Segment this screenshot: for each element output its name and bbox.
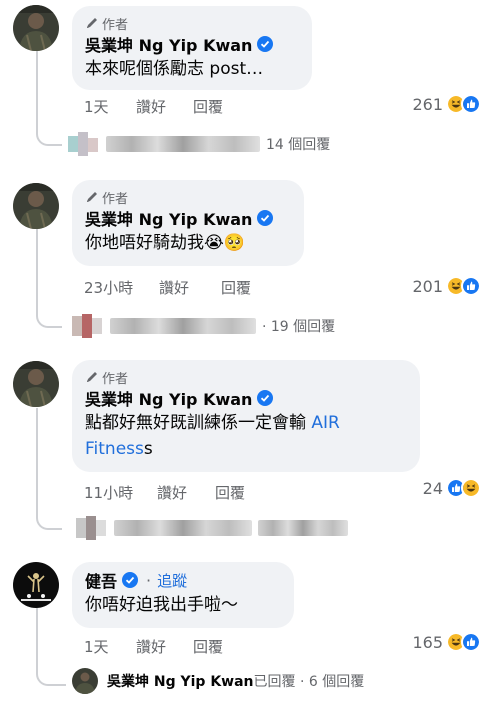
reaction-summary[interactable]: 24	[423, 478, 481, 498]
follow-separator: ·	[146, 570, 152, 590]
author-replied-link[interactable]: 吳業坤 Ng Yip Kwan 已回覆 · 6 個回覆	[72, 668, 364, 694]
reply-author-name[interactable]: 吳業坤 Ng Yip Kwan	[107, 671, 254, 691]
comment-actions: 23小時 讚好 回覆	[84, 277, 251, 298]
comment-actions: 1天 讚好 回覆	[84, 96, 223, 117]
thread-connector	[36, 228, 62, 328]
blurred-avatar	[68, 132, 98, 156]
blurred-name	[110, 318, 256, 334]
reply-button[interactable]: 回覆	[221, 277, 251, 298]
like-button[interactable]: 讚好	[136, 96, 193, 117]
verified-badge-icon	[257, 36, 274, 52]
avatar[interactable]	[13, 5, 59, 51]
comment-text: 你唔好迫我出手啦～	[85, 595, 238, 615]
comment-text: 點都好無好既訓練係一定會輸 AIR	[85, 410, 407, 436]
thread-connector	[36, 50, 62, 146]
like-reaction-icon	[461, 94, 481, 114]
comment-text-body: 點都好無好既訓練係一定會輸	[85, 413, 312, 433]
thread-connector	[36, 608, 66, 686]
comment-actions: 11小時 讚好 回覆	[84, 482, 245, 503]
view-replies-link[interactable]: 14 個回覆	[68, 132, 330, 156]
page-mention-link-continued[interactable]: Fitness	[85, 439, 144, 459]
comment-bubble: 作者 吳業坤 Ng Yip Kwan 本來呢個係勵志 post…	[72, 6, 312, 90]
like-reaction-icon	[461, 632, 481, 652]
follow-button[interactable]: 追蹤	[157, 570, 187, 591]
blurred-avatar	[76, 516, 106, 540]
comment-thread: 作者 吳業坤 Ng Yip Kwan 點都好無好既訓練係一定會輸 AIR Fit…	[0, 358, 489, 548]
reply-count: · 19 個回覆	[262, 319, 336, 335]
blurred-reply-count	[258, 520, 348, 536]
like-reaction-icon	[461, 276, 481, 296]
view-replies-link[interactable]: · 19 個回覆	[72, 314, 335, 338]
comment-thread: 健吾 · 追蹤 你唔好迫我出手啦～ 1天 讚好 回覆 165 吳業坤 Ng Yi…	[0, 558, 489, 704]
reaction-summary[interactable]: 165	[412, 632, 481, 652]
avatar[interactable]	[13, 361, 59, 407]
comment-timestamp[interactable]: 11小時	[84, 482, 157, 503]
reaction-summary[interactable]: 201	[412, 276, 481, 296]
reply-button[interactable]: 回覆	[215, 482, 245, 503]
blurred-avatar	[72, 314, 102, 338]
comment-thread: 作者 吳業坤 Ng Yip Kwan 你地唔好騎劫我😭🥺 23小時 讚好 回覆 …	[0, 178, 489, 348]
comment-bubble: 作者 吳業坤 Ng Yip Kwan 點都好無好既訓練係一定會輸 AIR Fit…	[72, 360, 420, 472]
author-badge: 作者	[85, 188, 291, 207]
avatar	[72, 668, 98, 694]
like-button[interactable]: 讚好	[136, 636, 193, 657]
comment-text: 本來呢個係勵志 post…	[85, 59, 264, 79]
reply-meta: 已回覆 · 6 個回覆	[253, 674, 365, 690]
comment-text-continued: Fitnesss	[85, 436, 407, 462]
author-badge: 作者	[85, 14, 299, 33]
comment-thread: 作者 吳業坤 Ng Yip Kwan 本來呢個係勵志 post… 1天 讚好 回…	[0, 0, 489, 170]
pencil-icon	[87, 372, 97, 382]
comment-text: 你地唔好騎劫我😭🥺	[85, 233, 246, 253]
like-button[interactable]: 讚好	[157, 482, 215, 503]
haha-reaction-icon	[461, 478, 481, 498]
comment-timestamp[interactable]: 1天	[84, 96, 136, 117]
reply-button[interactable]: 回覆	[193, 636, 223, 657]
like-button[interactable]: 讚好	[159, 277, 221, 298]
avatar[interactable]	[13, 562, 59, 608]
pencil-icon	[87, 18, 97, 28]
blurred-name	[114, 520, 252, 536]
reaction-count: 201	[412, 276, 443, 296]
commenter-name[interactable]: 健吾	[85, 568, 117, 592]
author-tag-label: 作者	[102, 191, 129, 207]
view-replies-link[interactable]	[76, 516, 354, 540]
reply-button[interactable]: 回覆	[193, 96, 223, 117]
comment-timestamp[interactable]: 23小時	[84, 277, 159, 298]
reply-count: 14 個回覆	[266, 137, 331, 153]
reaction-count: 261	[412, 94, 443, 114]
comment-text-tail: s	[143, 439, 153, 459]
comment-bubble: 健吾 · 追蹤 你唔好迫我出手啦～	[72, 562, 294, 628]
verified-badge-icon	[257, 210, 274, 226]
reaction-summary[interactable]: 261	[412, 94, 481, 114]
commenter-name[interactable]: 吳業坤 Ng Yip Kwan	[85, 32, 252, 56]
pencil-icon	[87, 192, 97, 202]
blurred-name	[106, 136, 260, 152]
commenter-name[interactable]: 吳業坤 Ng Yip Kwan	[85, 386, 252, 410]
comment-timestamp[interactable]: 1天	[84, 636, 136, 657]
comment-bubble: 作者 吳業坤 Ng Yip Kwan 你地唔好騎劫我😭🥺	[72, 180, 304, 266]
author-badge: 作者	[85, 368, 407, 387]
page-mention-link[interactable]: AIR	[311, 413, 339, 433]
author-tag-label: 作者	[102, 371, 129, 387]
reaction-count: 165	[412, 632, 443, 652]
comment-actions: 1天 讚好 回覆	[84, 636, 223, 657]
thread-connector	[36, 408, 62, 530]
verified-badge-icon	[122, 572, 139, 588]
commenter-name[interactable]: 吳業坤 Ng Yip Kwan	[85, 206, 252, 230]
avatar[interactable]	[13, 183, 59, 229]
verified-badge-icon	[257, 390, 274, 406]
author-tag-label: 作者	[102, 17, 129, 33]
reaction-count: 24	[422, 478, 443, 498]
